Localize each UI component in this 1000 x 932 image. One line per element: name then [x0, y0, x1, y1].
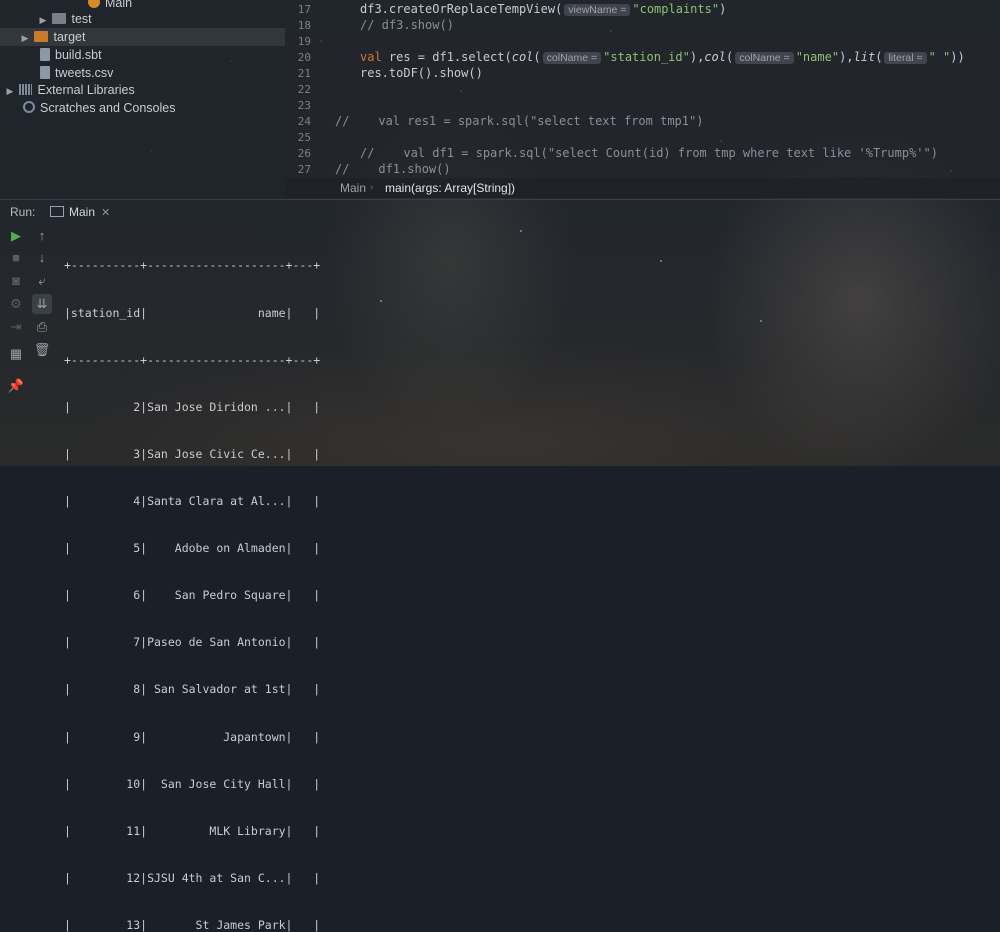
console-line: | 3|San Jose Civic Ce...| | — [64, 446, 321, 461]
line-number: 17 — [297, 3, 311, 16]
code-line-26: // val df1 = spark.sql("select Count(id)… — [360, 146, 938, 160]
line-number: 19 — [297, 35, 311, 48]
code-line-18: // df3.show() — [360, 18, 454, 32]
line-number: 20 — [297, 51, 311, 64]
tree-item-external-libraries[interactable]: ▶ External Libraries — [4, 81, 135, 99]
chevron-right-icon[interactable]: ▶ — [37, 11, 49, 29]
line-number: 25 — [297, 131, 311, 144]
code-line-27: // df1.show() — [335, 162, 451, 176]
chevron-right-icon[interactable]: ▶ — [4, 82, 16, 100]
folder-orange-icon — [34, 31, 49, 42]
up-arrow-icon[interactable]: ↑ — [32, 226, 52, 246]
breadcrumb-item-method[interactable]: main(args: Array[String]) — [385, 178, 515, 198]
tree-item-main[interactable]: Main — [88, 0, 132, 12]
tree-item-test[interactable]: ▶ test — [37, 10, 92, 28]
line-number: 24 — [297, 115, 311, 128]
tree-item-build-sbt[interactable]: build.sbt — [40, 46, 102, 64]
close-icon[interactable]: ✕ — [101, 207, 110, 219]
down-arrow-icon[interactable]: ↓ — [32, 248, 52, 268]
console-line: | 4|Santa Clara at Al...| | — [64, 493, 321, 508]
line-number: 18 — [297, 19, 311, 32]
layout-icon[interactable]: ▦ — [6, 344, 26, 364]
sbt-file-icon — [40, 48, 50, 61]
parameter-hint: literal = — [884, 52, 927, 64]
breadcrumb: Main › main(args: Array[String]) — [285, 178, 1000, 198]
project-tree-panel: Main ▶ test ▶ target build.sbt tweets.cs… — [0, 0, 285, 198]
code-line-20: val res = df1.select(col(colName = "stati… — [360, 50, 965, 64]
console-line: | 11| MLK Library| | — [64, 823, 321, 838]
line-number: 27 — [297, 163, 311, 176]
scroll-to-end-icon[interactable]: ⇊ — [32, 294, 52, 314]
code-line-21: res.toDF().show() — [360, 66, 483, 80]
console-line: | 6| San Pedro Square| | — [64, 588, 321, 603]
line-number: 23 — [297, 99, 311, 112]
csv-file-icon — [40, 66, 50, 79]
line-number: 21 — [297, 67, 311, 80]
console-line: |station_id| name| | — [64, 305, 321, 320]
console-line: | 7|Paseo de San Antonio| | — [64, 635, 321, 650]
exit-icon[interactable]: ⇥ — [6, 317, 26, 337]
line-number-gutter: 17 18 19 20 21 22 23 24 25 26 27 — [285, 0, 325, 178]
breadcrumb-item-main[interactable]: Main — [340, 178, 366, 198]
console-line: | 10| San Jose City Hall| | — [64, 776, 321, 791]
tree-item-target[interactable]: ▶ target — [0, 28, 285, 46]
console-line: | 12|SJSU 4th at San C...| | — [64, 870, 321, 885]
code-line-24: // val res1 = spark.sql("select text fro… — [335, 114, 704, 128]
chevron-right-icon[interactable]: ▶ — [19, 29, 31, 47]
line-number: 22 — [297, 83, 311, 96]
pin-icon[interactable]: 📌 — [6, 376, 26, 396]
parameter-hint: colName = — [542, 52, 602, 64]
line-number: 26 — [297, 147, 311, 160]
console-line: | 2|San Jose Diridon ...| | — [64, 399, 321, 414]
console-line: | 9| Japantown| | — [64, 729, 321, 744]
breadcrumb-separator-icon: › — [370, 182, 374, 193]
stop-icon[interactable]: ■ — [6, 248, 26, 268]
run-panel-header: Run: Main ✕ — [0, 199, 1000, 224]
settings-icon[interactable]: ⚙ — [6, 294, 26, 314]
tab-main[interactable]: Main ✕ — [50, 203, 110, 221]
run-label: Run: — [10, 205, 36, 219]
library-icon — [19, 84, 33, 95]
console-line: | 5| Adobe on Almaden| | — [64, 541, 321, 556]
parameter-hint: viewName = — [564, 4, 631, 16]
scala-object-icon — [88, 0, 100, 8]
camera-icon[interactable]: ◙ — [6, 271, 26, 291]
scratches-icon — [23, 101, 35, 113]
console-line: | 8| San Salvador at 1st| | — [64, 682, 321, 697]
console-line: | 13| St James Park| | — [64, 917, 321, 932]
folder-icon — [52, 13, 67, 24]
tree-item-tweets-csv[interactable]: tweets.csv — [40, 64, 113, 82]
parameter-hint: colName = — [735, 52, 794, 64]
console-output[interactable]: +----------+--------------------+---+ |s… — [64, 227, 320, 932]
tree-item-scratches[interactable]: Scratches and Consoles — [23, 99, 176, 117]
print-icon[interactable]: ⎙ — [32, 317, 52, 337]
trash-icon[interactable]: 🗑 — [32, 340, 52, 360]
run-icon[interactable]: ▶ — [6, 226, 26, 246]
code-editor[interactable]: 17 18 19 20 21 22 23 24 25 26 27 df3.cre… — [285, 0, 1000, 198]
console-line: +----------+--------------------+---+ — [64, 352, 321, 367]
code-line-17: df3.createOrReplaceTempView(viewName = "c… — [360, 2, 727, 16]
console-icon — [50, 206, 64, 217]
console-line: +----------+--------------------+---+ — [64, 258, 321, 273]
soft-wrap-icon[interactable]: ⤶ — [32, 271, 52, 291]
